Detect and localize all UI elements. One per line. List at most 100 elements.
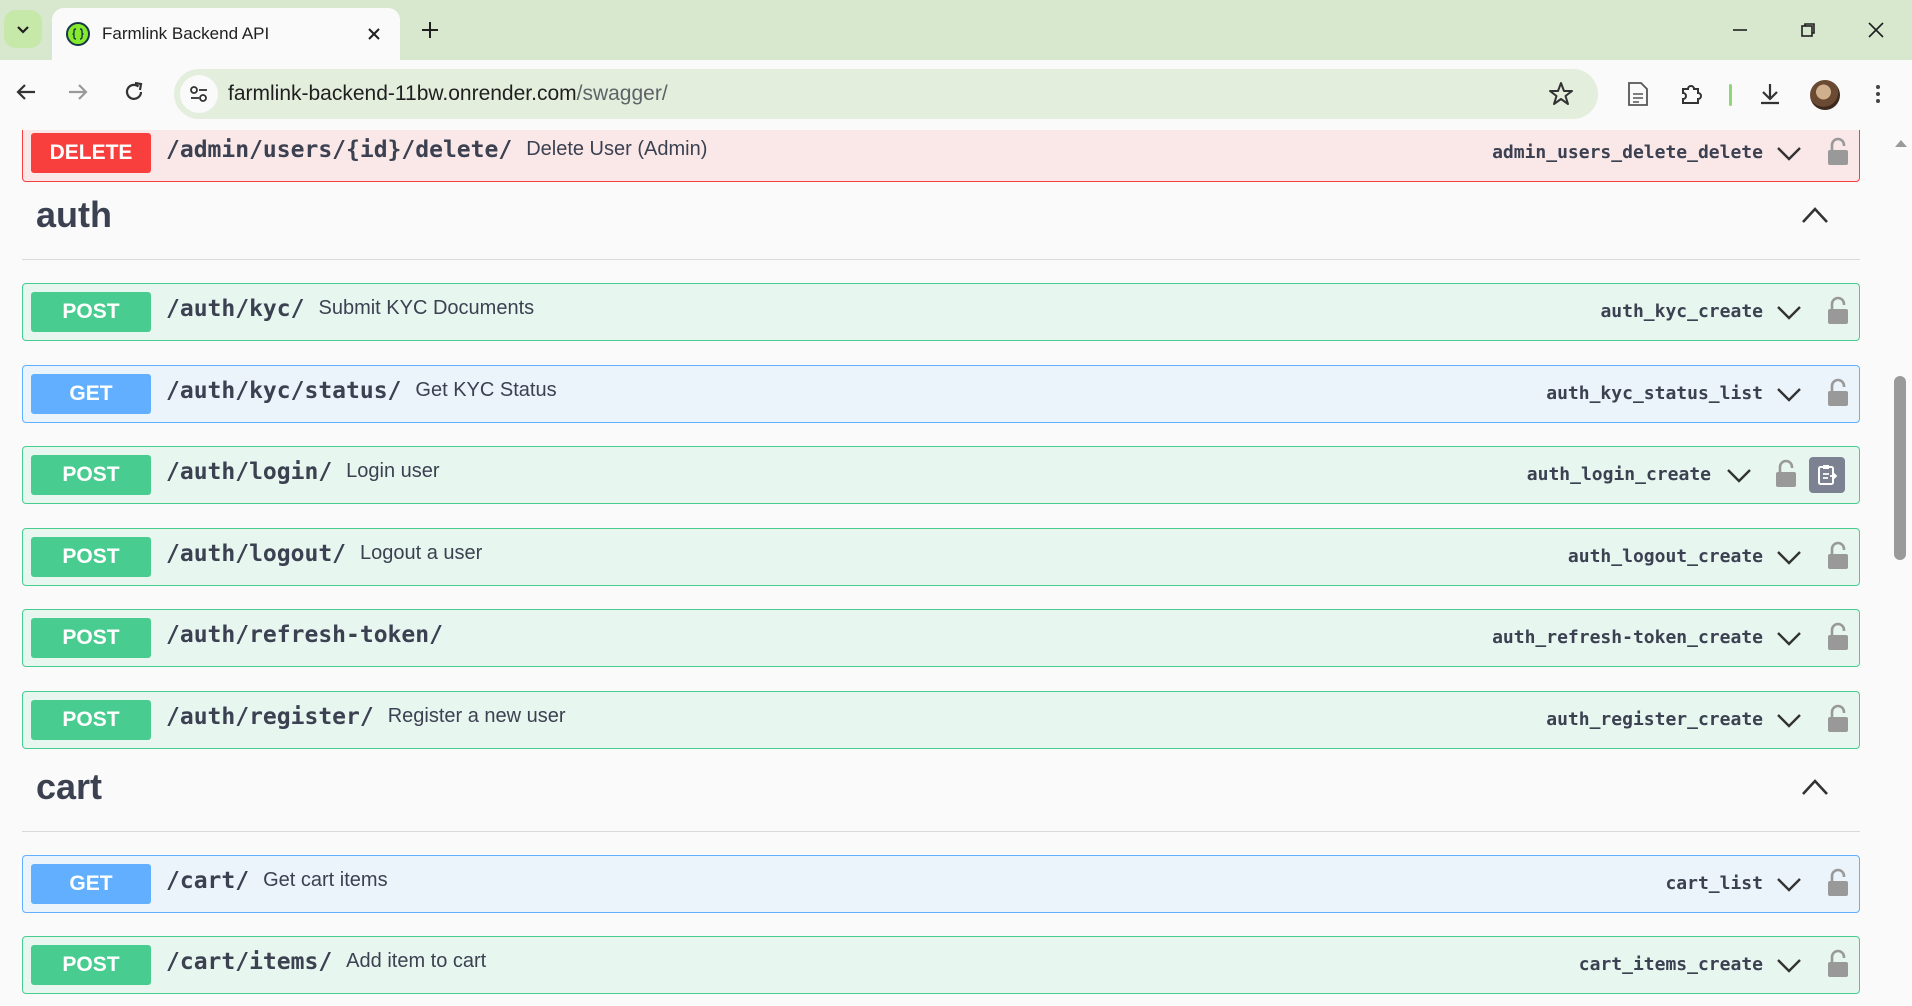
operation-summary: Register a new user: [387, 705, 566, 727]
operation-auth-kyc-create[interactable]: POST /auth/kyc/Submit KYC Documents auth…: [22, 283, 1860, 341]
operation-summary: Delete User (Admin): [526, 138, 708, 160]
close-icon: [368, 28, 380, 40]
lock-icon[interactable]: [1827, 949, 1849, 979]
downloads-button[interactable]: [1752, 76, 1788, 112]
operation-auth-register-create[interactable]: POST /auth/register/Register a new user …: [22, 691, 1860, 749]
forward-button[interactable]: [58, 72, 98, 112]
lock-icon[interactable]: [1827, 296, 1849, 326]
operation-auth-kyc-status-list[interactable]: GET /auth/kyc/status/Get KYC Status auth…: [22, 365, 1860, 423]
chevron-down-icon[interactable]: [1775, 382, 1803, 406]
scrollbar-thumb[interactable]: [1894, 376, 1906, 560]
lock-icon[interactable]: [1775, 459, 1797, 489]
restore-button[interactable]: [1784, 12, 1832, 48]
address-bar[interactable]: farmlink-backend-11bw.onrender.com/swagg…: [174, 69, 1598, 119]
restore-icon: [1801, 23, 1815, 37]
chevron-up-icon[interactable]: [1800, 776, 1830, 798]
bookmark-star-icon[interactable]: [1548, 81, 1574, 107]
minimize-button[interactable]: [1716, 12, 1764, 48]
tab-title: Farmlink Backend API: [102, 24, 270, 43]
operation-id: auth_refresh-token_create: [1492, 627, 1763, 648]
swagger-favicon-icon: [66, 22, 90, 46]
browser-menu-button[interactable]: [1860, 76, 1896, 112]
method-badge: POST: [31, 618, 151, 658]
operation-id: auth_logout_create: [1567, 546, 1763, 567]
lock-icon[interactable]: [1827, 704, 1849, 734]
section-auth-header[interactable]: auth: [22, 178, 1860, 260]
chevron-down-icon[interactable]: [1775, 141, 1803, 165]
operation-id: auth_login_create: [1526, 464, 1711, 485]
window-close-button[interactable]: [1852, 12, 1900, 48]
chevron-down-icon[interactable]: [1775, 626, 1803, 650]
operation-cart-items-create[interactable]: POST /cart/items/Add item to cart cart_i…: [22, 936, 1860, 994]
operation-cart-list[interactable]: GET /cart/Get cart items cart_list: [22, 855, 1860, 913]
method-badge: POST: [31, 292, 151, 332]
reload-button[interactable]: [114, 72, 154, 112]
operation-id: auth_kyc_create: [1600, 301, 1763, 322]
method-badge: POST: [31, 700, 151, 740]
chevron-down-icon[interactable]: [1775, 872, 1803, 896]
chevron-down-icon[interactable]: [1725, 463, 1753, 487]
operation-path: /auth/kyc/Submit KYC Documents: [166, 296, 535, 322]
page-scrollbar[interactable]: [1890, 130, 1912, 1006]
reading-mode-button[interactable]: [1620, 76, 1656, 112]
arrow-right-icon: [69, 84, 88, 100]
operation-id: cart_items_create: [1578, 954, 1763, 975]
chevron-down-icon: [17, 26, 29, 34]
tab-close-button[interactable]: [362, 22, 386, 46]
swagger-ui: DELETE /admin/users/{id}/delete/Delete U…: [0, 130, 1912, 1006]
operation-id: auth_kyc_status_list: [1546, 383, 1763, 404]
lock-icon[interactable]: [1827, 622, 1849, 652]
plus-icon: [422, 22, 438, 38]
operation-summary: Login user: [346, 460, 440, 482]
section-title: cart: [36, 766, 103, 807]
browser-toolbar: farmlink-backend-11bw.onrender.com/swagg…: [0, 60, 1912, 130]
operation-summary: Submit KYC Documents: [318, 297, 535, 319]
method-badge: POST: [31, 455, 151, 495]
operation-summary: Add item to cart: [346, 950, 487, 972]
operation-auth-logout-create[interactable]: POST /auth/logout/Logout a user auth_log…: [22, 528, 1860, 586]
scroll-up-arrow-icon[interactable]: [1894, 138, 1908, 148]
chevron-down-icon[interactable]: [1775, 953, 1803, 977]
operation-auth-login-create[interactable]: POST /auth/login/Login user auth_login_c…: [22, 446, 1860, 504]
copy-to-clipboard-button[interactable]: [1809, 457, 1845, 493]
section-cart-header[interactable]: cart: [22, 750, 1860, 832]
operation-auth-refresh-token-create[interactable]: POST /auth/refresh-token/ auth_refresh-t…: [22, 609, 1860, 667]
method-badge: GET: [31, 864, 151, 904]
lock-icon[interactable]: [1827, 137, 1849, 167]
operation-id: auth_register_create: [1546, 709, 1763, 730]
lock-icon[interactable]: [1827, 378, 1849, 408]
lock-icon[interactable]: [1827, 868, 1849, 898]
chevron-down-icon[interactable]: [1775, 300, 1803, 324]
operation-path: /auth/kyc/status/Get KYC Status: [166, 378, 557, 404]
chevron-down-icon[interactable]: [1775, 545, 1803, 569]
browser-tab[interactable]: Farmlink Backend API: [52, 8, 400, 60]
operation-path: /auth/register/Register a new user: [166, 704, 566, 730]
operation-admin-users-delete[interactable]: DELETE /admin/users/{id}/delete/Delete U…: [22, 130, 1860, 182]
profile-avatar[interactable]: [1810, 80, 1840, 110]
section-title: auth: [36, 194, 112, 235]
operation-summary: Logout a user: [360, 542, 483, 564]
extensions-button[interactable]: [1674, 76, 1710, 112]
arrow-left-icon: [16, 84, 35, 100]
url-text[interactable]: farmlink-backend-11bw.onrender.com/swagg…: [228, 82, 668, 106]
operation-id: admin_users_delete_delete: [1492, 142, 1763, 163]
tune-icon: [190, 86, 207, 102]
toolbar-separator: [1729, 84, 1732, 106]
lock-icon[interactable]: [1827, 541, 1849, 571]
chevron-up-icon[interactable]: [1800, 204, 1830, 226]
close-icon: [1868, 22, 1884, 38]
operation-path: /auth/login/Login user: [166, 459, 440, 485]
operation-summary: Get KYC Status: [415, 379, 557, 401]
method-badge: POST: [31, 537, 151, 577]
site-info-button[interactable]: [180, 75, 218, 113]
tab-search-button[interactable]: [4, 10, 42, 48]
new-tab-button[interactable]: [412, 12, 448, 48]
chevron-down-icon[interactable]: [1775, 708, 1803, 732]
operation-path: /auth/logout/Logout a user: [166, 541, 483, 567]
back-button[interactable]: [6, 72, 46, 112]
document-icon: [1628, 82, 1648, 106]
operation-path: /admin/users/{id}/delete/Delete User (Ad…: [166, 137, 708, 163]
method-badge: GET: [31, 374, 151, 414]
url-path: /swagger/: [576, 82, 668, 105]
operation-id: cart_list: [1665, 873, 1763, 894]
